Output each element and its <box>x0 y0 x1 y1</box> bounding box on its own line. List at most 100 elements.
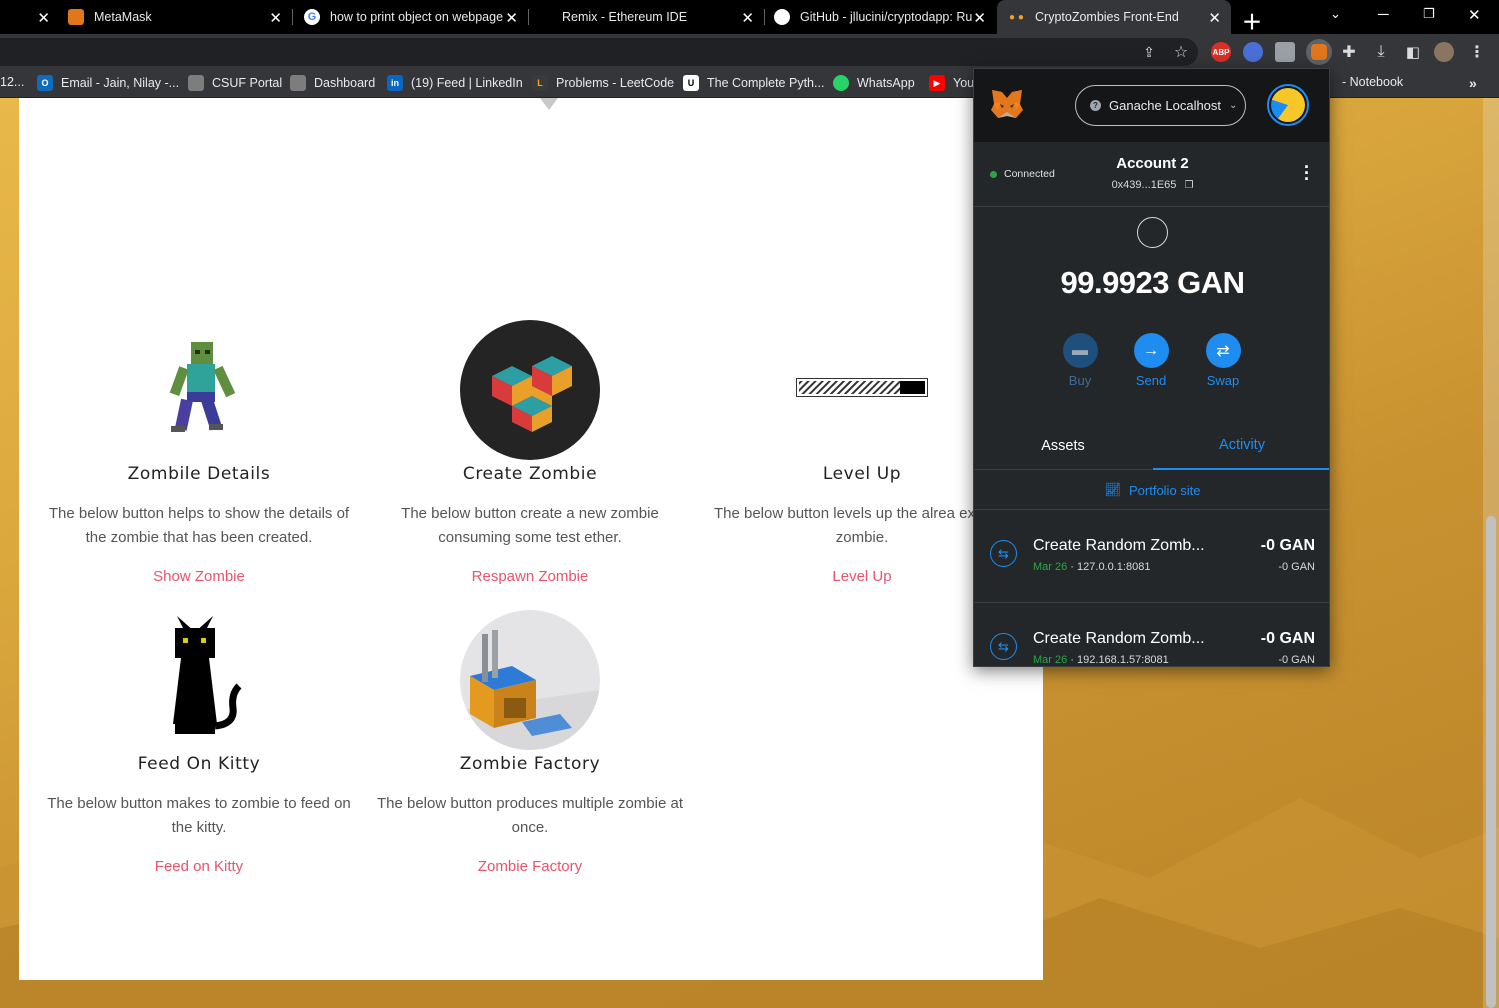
network-selector[interactable]: ? Ganache Localhost ⌄ <box>1075 85 1246 126</box>
bookmarks-overflow-chevron-icon[interactable]: » <box>1469 75 1477 91</box>
account-address-row[interactable]: 0x439...1E65 ❐ <box>974 179 1329 191</box>
bookmark-label: (19) Feed | LinkedIn <box>411 76 523 90</box>
tab-google-search[interactable]: G how to print object on webpage ✕ <box>294 0 528 34</box>
transaction-date: Mar 26 <box>1033 561 1068 573</box>
bookmark-label: The Complete Pyth... <box>707 76 825 90</box>
chart-icon: 📈︎ <box>1104 482 1121 497</box>
github-icon <box>774 9 790 25</box>
tab-separator <box>528 9 529 25</box>
download-icon[interactable]: ⤓ <box>1371 42 1391 62</box>
feature-title: Zombile Details <box>127 464 271 484</box>
buy-button[interactable]: ▬ Buy <box>1055 333 1105 388</box>
browser-toolbar: ⇪ ☆ ABP ✚ ⤓ ◧ ⋮ <box>0 34 1499 70</box>
transaction-meta: Mar 26 · 192.168.1.57:8081 <box>1033 654 1169 666</box>
tab-github[interactable]: GitHub - jllucini/cryptodapp: Ru ✕ <box>766 0 996 34</box>
new-tab-button[interactable]: ＋ <box>1242 6 1262 35</box>
account-section: Connected Account 2 0x439...1E65 ❐ · · · <box>974 142 1329 207</box>
bookmark-star-icon[interactable]: ☆ <box>1171 42 1191 62</box>
scrollbar-thumb[interactable] <box>1486 516 1496 1008</box>
side-panel-icon[interactable]: ◧ <box>1403 42 1423 62</box>
bookmark-item[interactable]: O Email - Jain, Nilay -... <box>37 75 179 91</box>
bookmark-item[interactable]: in (19) Feed | LinkedIn <box>387 75 523 91</box>
bookmark-item[interactable]: L Problems - LeetCode <box>532 75 674 91</box>
close-icon[interactable]: ✕ <box>269 9 282 27</box>
account-options-kebab-icon[interactable]: · · · <box>1304 158 1310 188</box>
zombie-factory-link[interactable]: Zombie Factory <box>370 858 690 875</box>
account-avatar[interactable] <box>1267 84 1309 126</box>
close-window-icon[interactable]: ✕ <box>1468 6 1481 24</box>
menu-kebab-icon[interactable]: ⋮ <box>1467 42 1487 62</box>
tab-title: how to print object on webpage <box>330 10 504 24</box>
card-icon: ▬ <box>1062 333 1098 368</box>
dropdown-pointer <box>540 98 558 110</box>
share-icon[interactable]: ⇪ <box>1139 42 1159 62</box>
metamask-extension-icon[interactable] <box>1306 39 1332 65</box>
bookmark-item[interactable]: ▶ You <box>929 75 974 91</box>
account-name[interactable]: Account 2 <box>974 155 1329 172</box>
bookmark-label: 12... <box>0 75 25 89</box>
transaction-origin: 127.0.0.1:8081 <box>1077 561 1151 573</box>
transaction-item[interactable]: ⇆ Create Random Zomb... Mar 26 · 127.0.0… <box>974 511 1329 603</box>
tab-remix[interactable]: Remix - Ethereum IDE ✕ <box>530 0 764 34</box>
bookmark-item[interactable]: U The Complete Pyth... <box>683 75 824 91</box>
portfolio-label: Portfolio site <box>1128 482 1201 498</box>
tab-close-button-previous[interactable]: ✕ <box>30 0 54 34</box>
page-scrollbar[interactable] <box>1483 98 1499 1008</box>
copy-icon[interactable]: ❐ <box>1184 180 1193 191</box>
tab-title: CryptoZombies Front-End <box>1035 10 1179 24</box>
feature-description: The below button helps to show the detai… <box>48 505 350 546</box>
feed-on-kitty-link[interactable]: Feed on Kitty <box>39 858 359 875</box>
profile-avatar[interactable] <box>1434 42 1454 62</box>
feature-description: The below button create a new zombie con… <box>401 505 659 546</box>
tab-assets[interactable]: Assets <box>974 422 1152 470</box>
transaction-date: Mar 26 <box>1033 654 1068 666</box>
metamask-fox-icon <box>1311 44 1327 60</box>
leetcode-icon: L <box>532 75 548 91</box>
show-zombie-link[interactable]: Show Zombie <box>39 568 359 585</box>
bookmark-item[interactable]: 12... <box>0 75 24 89</box>
tab-search-chevron-icon[interactable]: ⌄ <box>1330 6 1341 22</box>
close-icon[interactable]: ✕ <box>973 9 986 27</box>
transaction-origin: 192.168.1.57:8081 <box>1077 654 1169 666</box>
tab-metamask[interactable]: MetaMask ✕ <box>58 0 292 34</box>
tab-activity[interactable]: Activity <box>1153 422 1329 470</box>
minimize-icon[interactable]: ─ <box>1378 6 1389 23</box>
address-bar[interactable] <box>0 38 1198 66</box>
close-icon[interactable]: ✕ <box>505 9 518 27</box>
tab-title: MetaMask <box>94 10 152 24</box>
tab-cryptozombies[interactable]: ● ● CryptoZombies Front-End ✕ <box>997 0 1231 34</box>
close-icon[interactable]: ✕ <box>1208 9 1221 27</box>
close-icon[interactable]: ✕ <box>741 9 754 27</box>
respawn-zombie-link[interactable]: Respawn Zombie <box>370 568 690 585</box>
restore-icon[interactable]: ❐ <box>1423 6 1435 22</box>
wallet-tabs: Assets Activity <box>974 422 1329 470</box>
extension-pen-icon[interactable] <box>1275 42 1295 62</box>
adblock-plus-icon[interactable]: ABP <box>1211 42 1231 62</box>
send-button[interactable]: → Send <box>1126 333 1176 388</box>
contract-interaction-icon: ⇆ <box>990 540 1017 567</box>
bookmark-item[interactable]: WhatsApp <box>833 75 915 91</box>
bookmark-item[interactable]: Dashboard <box>290 75 375 91</box>
swap-button[interactable]: ⇄ Swap <box>1198 333 1248 388</box>
extensions-puzzle-icon[interactable]: ✚ <box>1339 42 1359 62</box>
level-up-progress-image <box>796 378 928 397</box>
feature-description: The below button makes to zombie to feed… <box>47 795 351 836</box>
bookmark-item[interactable]: - Notebook <box>1342 75 1403 89</box>
black-cat-image <box>173 616 242 734</box>
transaction-title: Create Random Zomb... <box>1033 537 1205 554</box>
bookmark-label: Problems - LeetCode <box>556 76 675 90</box>
close-icon[interactable]: ✕ <box>37 9 50 27</box>
transaction-amount-secondary: -0 GAN <box>1278 654 1315 666</box>
zombie-walker-image <box>169 342 235 432</box>
bookmark-label: Dashboard <box>314 76 376 90</box>
arrow-right-icon: → <box>1133 333 1169 368</box>
zombie-eyes-icon: ● ● <box>1009 11 1024 23</box>
tab-separator <box>292 9 293 25</box>
udemy-icon: U <box>683 75 699 91</box>
portfolio-site-link[interactable]: 📈︎ Portfolio site <box>974 471 1329 510</box>
bookmark-item[interactable]: CSUF Portal <box>188 75 282 91</box>
transaction-item[interactable]: ⇆ Create Random Zomb... Mar 26 · 192.168… <box>974 604 1329 666</box>
metamask-fox-icon[interactable] <box>990 88 1024 120</box>
extension-shield-icon[interactable] <box>1243 42 1263 62</box>
feature-feed-on-kitty: Feed On Kitty The below button makes to … <box>39 754 359 875</box>
